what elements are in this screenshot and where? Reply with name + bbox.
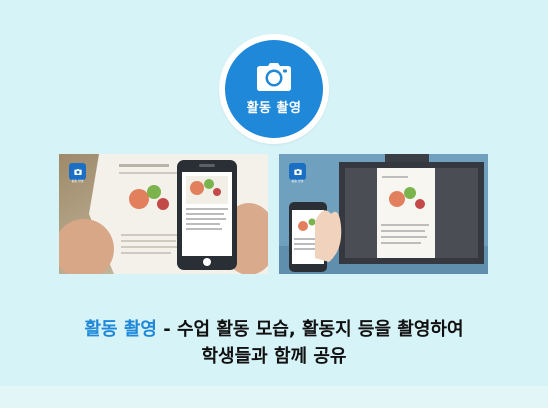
camera-icon [293,160,302,179]
caption-highlight: 활동 촬영 [84,319,157,340]
classroom-photo-right [279,154,488,274]
caption-line-1-text: - 수업 활동 모습, 활동지 등을 촬영하여 [156,319,464,340]
camera-icon [257,62,291,91]
mini-camera-badge: 활동 촬영 [289,160,306,183]
mini-badge-label: 활동 촬영 [71,179,84,183]
photo-share-screen: 활동 촬영 [279,154,488,274]
caption-line-1: 활동 촬영 - 수업 활동 모습, 활동지 등을 촬영하여 [0,316,548,343]
mini-badge-label: 활동 촬영 [291,179,304,183]
activity-capture-button[interactable]: 활동 촬영 [225,40,323,138]
bottom-band [0,386,548,408]
mini-camera-badge: 활동 촬영 [69,160,86,183]
photo-teacher-phone: 활동 촬영 [59,154,268,274]
caption-line-2: 학생들과 함께 공유 [201,346,347,367]
activity-badge-label: 활동 촬영 [246,100,302,116]
classroom-photo-left [59,154,268,274]
camera-icon [73,160,82,179]
feature-caption: 활동 촬영 - 수업 활동 모습, 활동지 등을 촬영하여 학생들과 함께 공유 [0,316,548,370]
